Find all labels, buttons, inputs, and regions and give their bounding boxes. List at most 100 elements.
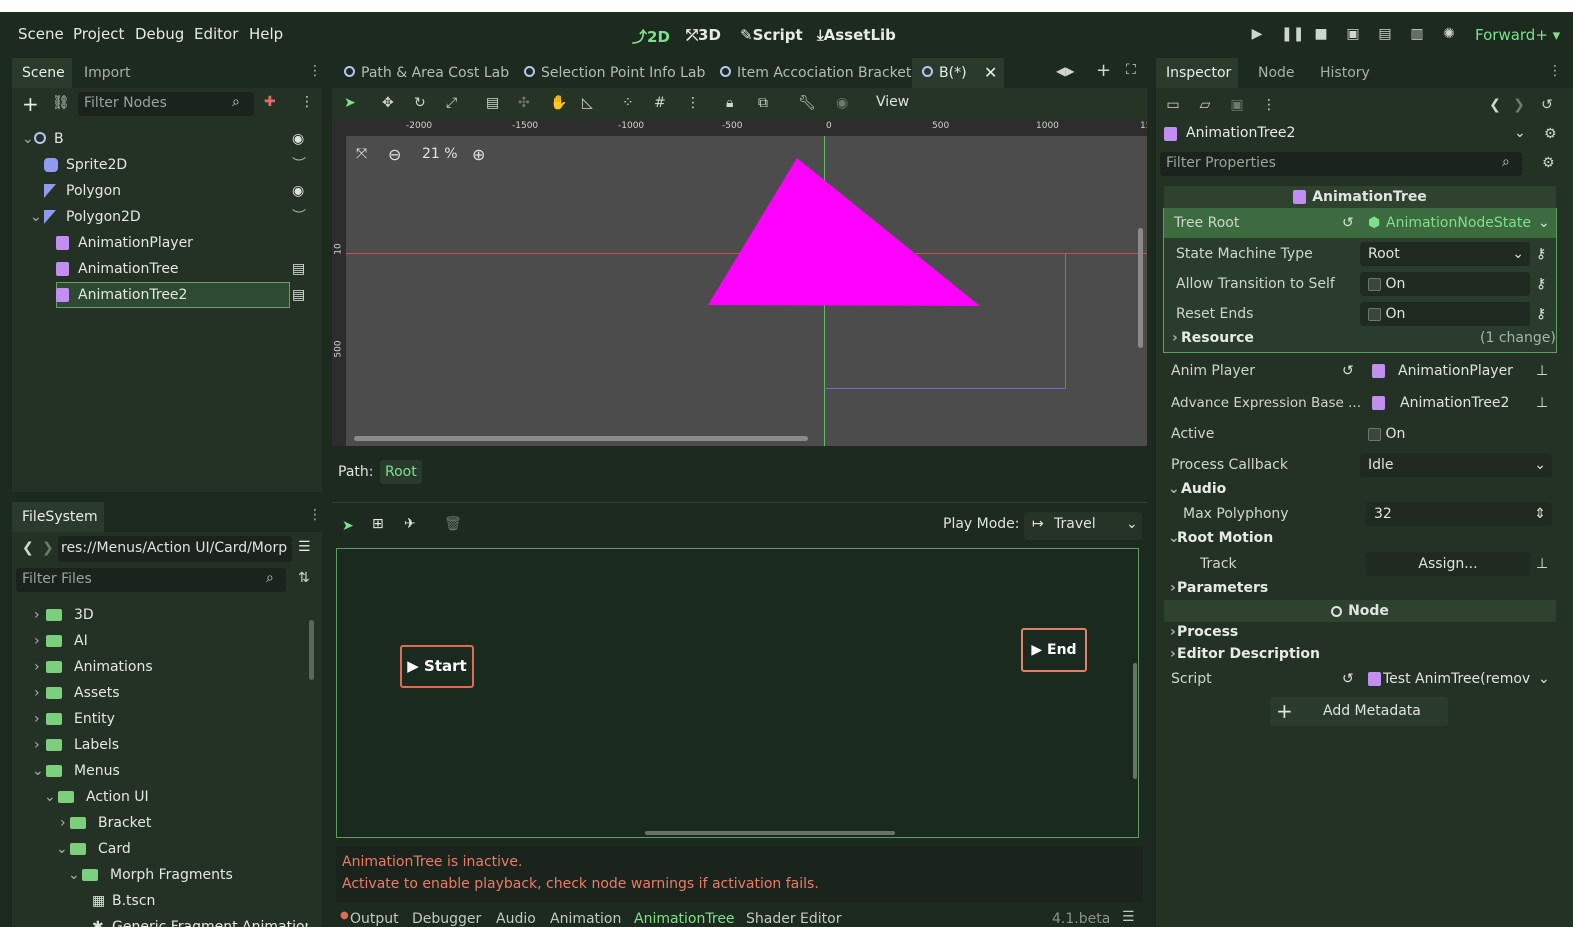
tab-filesystem[interactable]: FileSystem [12,502,104,532]
select-tool-icon[interactable]: ➤ [342,518,354,534]
sort-icon[interactable]: ⇅ [298,570,310,586]
visibility-hidden-icon[interactable]: ︶ [292,204,306,230]
anim-player-value[interactable]: AnimationPlayer [1398,356,1513,386]
vertical-scrollbar[interactable] [1138,228,1143,348]
movie-maker-icon[interactable]: ✺ [1441,26,1457,42]
folder-item[interactable]: › 3D [22,602,308,628]
scale-tool-icon[interactable]: ⤢ [446,95,457,111]
tab-import[interactable]: Import [74,58,140,88]
file-item[interactable]: ▦ B.tscn [22,888,308,914]
tree-node-polygon2d[interactable]: ⌄ Polygon2D ︶ [20,204,320,230]
dock-menu-icon[interactable]: ⋮ [308,63,322,79]
mode-3d-button[interactable]: ⤱3D [686,26,721,44]
key-icon[interactable]: ⚷ [1536,239,1546,269]
clear-icon[interactable]: ⊥ [1536,549,1548,579]
chevron-down-icon[interactable]: ⌄ [1538,208,1550,238]
play-mode-select[interactable]: ↦ Travel ⌄ [1024,512,1142,540]
folder-item[interactable]: › AI [22,628,308,654]
forward-icon[interactable]: ❯ [42,540,54,556]
menu-project[interactable]: Project [73,25,124,43]
revert-icon[interactable]: ↺ [1342,664,1354,694]
distraction-free-icon[interactable]: ⛶ [1126,62,1136,78]
tab-animationtree[interactable]: AnimationTree [634,911,735,927]
lock-icon[interactable]: 🔒︎ [726,95,733,111]
scene-tab[interactable]: Selection Point Info Lab [514,58,715,88]
folder-item[interactable]: › Assets [22,680,308,706]
scene-tab[interactable]: Path & Area Cost Lab [334,58,519,88]
add-tab-icon[interactable]: + [1096,60,1111,81]
view-menu[interactable]: View [876,94,909,110]
active-checkbox[interactable]: On [1360,422,1552,446]
stop-icon[interactable]: ■ [1313,26,1329,42]
split-view-icon[interactable]: ☰ [298,539,311,555]
visibility-hidden-icon[interactable]: ︶ [292,152,306,178]
file-item[interactable]: ✱Generic Fragment Animation Tr [22,914,308,927]
snap-options-icon[interactable]: ⋮ [686,95,700,111]
pivot-tool-icon[interactable]: ✣ [518,95,530,111]
allow-transition-checkbox[interactable]: On [1360,272,1530,296]
list-select-icon[interactable]: ▤ [486,95,499,111]
play-custom-scene-icon[interactable]: ▥ [1409,26,1425,42]
end-node[interactable]: ▶ End [1021,628,1087,672]
history-forward-icon[interactable]: ❯ [1510,96,1528,114]
revert-icon[interactable]: ↺ [1342,356,1354,386]
history-back-icon[interactable]: ❮ [1486,96,1504,114]
object-selector[interactable]: AnimationTree2 ⌄ [1162,123,1532,147]
script-icon[interactable]: ▤ [292,282,305,308]
folder-item[interactable]: › Entity [22,706,308,732]
folder-item[interactable]: ⌄ Action UI [22,784,308,810]
mode-script-button[interactable]: ✎Script [740,26,803,44]
folder-item[interactable]: › Animations [22,654,308,680]
zoom-reset-icon[interactable]: ⤧ [356,146,367,162]
menu-scene[interactable]: Scene [18,25,64,43]
back-icon[interactable]: ❮ [22,540,34,556]
tab-shader-editor[interactable]: Shader Editor [746,911,841,927]
skeleton-icon[interactable]: 🔧︎ [798,95,816,111]
play-icon[interactable]: ▶ [1249,26,1265,42]
smart-snap-icon[interactable]: ⁘ [622,95,634,111]
reset-ends-checkbox[interactable]: On [1360,302,1530,326]
folder-item[interactable]: › Labels [22,732,308,758]
connect-nodes-icon[interactable]: ✈ [404,516,416,532]
scene-menu-icon[interactable]: ⋮ [300,94,314,110]
tab-animation[interactable]: Animation [550,911,621,927]
polygon-shape[interactable] [332,120,1147,446]
process-callback-select[interactable]: Idle ⌄ [1360,453,1552,477]
zoom-level[interactable]: 21 % [422,146,458,162]
key-icon[interactable]: ⚷ [1536,299,1546,329]
scrollbar[interactable] [309,620,314,680]
tree-node-polygon[interactable]: Polygon ◉ [20,178,320,204]
canvas-viewport[interactable]: -2000 -1500 -1000 -500 0 500 1000 15 10 … [332,120,1147,446]
property-settings-icon[interactable]: ⚙ [1542,155,1555,171]
script-value[interactable]: Test AnimTree(remov [1383,664,1533,694]
tab-audio[interactable]: Audio [496,911,536,927]
state-machine-type-select[interactable]: Root ⌄ [1360,242,1530,266]
tree-root-row[interactable]: Tree Root ↺ ⬢ AnimationNodeState ⌄ [1164,208,1556,238]
menu-editor[interactable]: Editor [194,25,238,43]
path-root-button[interactable]: Root [380,460,422,484]
horizontal-scrollbar[interactable] [645,831,895,835]
remote-debug-icon[interactable]: ▣ [1345,26,1361,42]
tab-debugger[interactable]: Debugger [412,911,481,927]
filter-properties-input[interactable]: Filter Properties [1166,155,1276,171]
scene-tab-active[interactable]: B(*) ✕ [912,58,1004,88]
expand-panel-icon[interactable]: ☰ [1122,909,1135,925]
horizontal-scrollbar[interactable] [354,436,808,441]
new-resource-icon[interactable]: ▭ [1164,96,1182,114]
ruler-tool-icon[interactable]: ◺ [582,95,593,111]
visibility-eye-icon[interactable]: ◉ [292,178,304,204]
move-tool-icon[interactable]: ✥ [382,95,394,111]
mode-assetlib-button[interactable]: ⤓AssetLib [817,26,896,44]
tree-node-b[interactable]: ⌄ B ◉ [20,126,320,152]
revert-icon[interactable]: ↺ [1342,208,1354,238]
save-icon[interactable]: ▣ [1228,96,1246,114]
open-folder-icon[interactable]: ▱ [1196,96,1214,114]
tree-node-animationtree[interactable]: AnimationTree ▤ [20,256,320,282]
create-node-icon[interactable]: ⊞ [372,516,384,532]
tree-node-sprite2d[interactable]: Sprite2D ︶ [20,152,320,178]
add-node-icon[interactable]: + [22,92,39,116]
dock-menu-icon[interactable]: ⋮ [1548,63,1562,79]
tree-node-animationplayer[interactable]: AnimationPlayer [20,230,320,256]
folder-item[interactable]: ⌄ Morph Fragments [22,862,308,888]
path-field[interactable]: res://Menus/Action UI/Card/Morp [58,536,292,562]
